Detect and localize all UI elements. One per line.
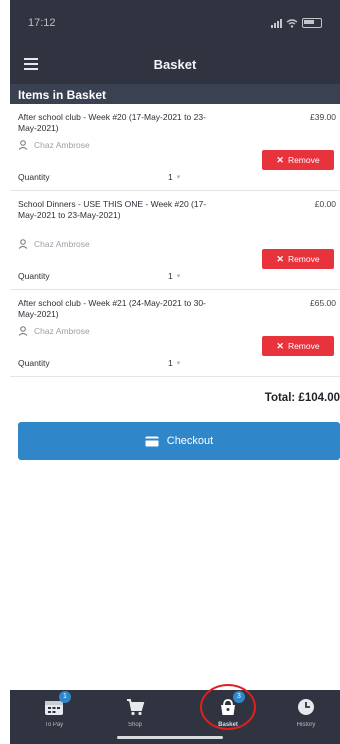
quantity-select[interactable]: 1 ▾ (168, 358, 180, 368)
quantity-label: Quantity (18, 358, 50, 368)
person-name: Chaz Ambrose (34, 140, 90, 150)
basket-item: After school club - Week #20 (17-May-202… (10, 104, 340, 191)
quantity-value: 1 (168, 172, 173, 182)
basket-item: School Dinners - USE THIS ONE - Week #20… (10, 191, 340, 290)
item-title: After school club - Week #20 (17-May-202… (18, 112, 206, 133)
home-indicator (117, 736, 223, 739)
remove-button[interactable]: ✕ Remove (262, 336, 334, 356)
status-bar: 17:12 (10, 0, 340, 46)
annotation-circle (200, 684, 256, 730)
wifi-icon (286, 18, 298, 28)
clock-icon (298, 699, 314, 715)
remove-label: Remove (287, 254, 320, 264)
user-icon (18, 326, 28, 336)
user-icon (18, 239, 28, 249)
quantity-value: 1 (168, 271, 173, 281)
quantity-select[interactable]: 1 ▾ (168, 172, 180, 182)
basket-total: Total: £104.00 (264, 392, 340, 404)
tab-shop[interactable]: Shop (105, 698, 165, 728)
tab-history[interactable]: History (276, 698, 336, 728)
item-price: £65.00 (310, 298, 336, 308)
top-navbar: Basket (10, 46, 340, 84)
remove-label: Remove (287, 341, 320, 351)
tab-label: To Pay (44, 722, 64, 728)
item-price: £39.00 (310, 112, 336, 122)
basket-item: After school club - Week #21 (24-May-202… (10, 290, 340, 377)
remove-button[interactable]: ✕ Remove (262, 150, 334, 170)
cart-icon (127, 699, 145, 716)
status-icons (271, 18, 322, 28)
close-icon: ✕ (276, 154, 284, 165)
chevron-down-icon: ▾ (176, 273, 181, 280)
tab-label: History (296, 722, 316, 728)
item-price: £0.00 (314, 199, 336, 209)
close-icon: ✕ (276, 340, 284, 351)
battery-icon (302, 18, 322, 28)
remove-button[interactable]: ✕ Remove (262, 249, 334, 269)
close-icon: ✕ (276, 253, 284, 264)
status-time: 17:12 (28, 17, 56, 29)
signal-icon (271, 18, 282, 28)
checkout-label: Checkout (166, 435, 214, 447)
section-title: Items in Basket (10, 84, 340, 104)
item-title: School Dinners - USE THIS ONE - Week #20… (18, 199, 207, 220)
app-screen: 17:12 Basket Items in Basket After schoo… (0, 0, 340, 744)
quantity-select[interactable]: 1 ▾ (168, 271, 180, 281)
tab-to-pay[interactable]: 1 To Pay (24, 691, 84, 728)
item-person: Chaz Ambrose (18, 140, 90, 150)
chevron-down-icon: ▾ (176, 174, 181, 181)
tab-label: Shop (127, 722, 142, 728)
badge-count: 1 (59, 691, 71, 703)
quantity-value: 1 (168, 358, 173, 368)
item-person: Chaz Ambrose (18, 239, 90, 249)
item-title: After school club - Week #21 (24-May-202… (18, 298, 206, 319)
quantity-label: Quantity (18, 271, 50, 281)
quantity-label: Quantity (18, 172, 50, 182)
user-icon (18, 140, 28, 150)
remove-label: Remove (287, 155, 320, 165)
basket-list: After school club - Week #20 (17-May-202… (10, 104, 340, 377)
credit-card-icon (145, 436, 159, 446)
checkout-button[interactable]: Checkout (18, 422, 340, 460)
item-person: Chaz Ambrose (18, 326, 90, 336)
person-name: Chaz Ambrose (34, 326, 90, 336)
person-name: Chaz Ambrose (34, 239, 90, 249)
page-title: Basket (153, 57, 197, 72)
chevron-down-icon: ▾ (176, 360, 181, 367)
